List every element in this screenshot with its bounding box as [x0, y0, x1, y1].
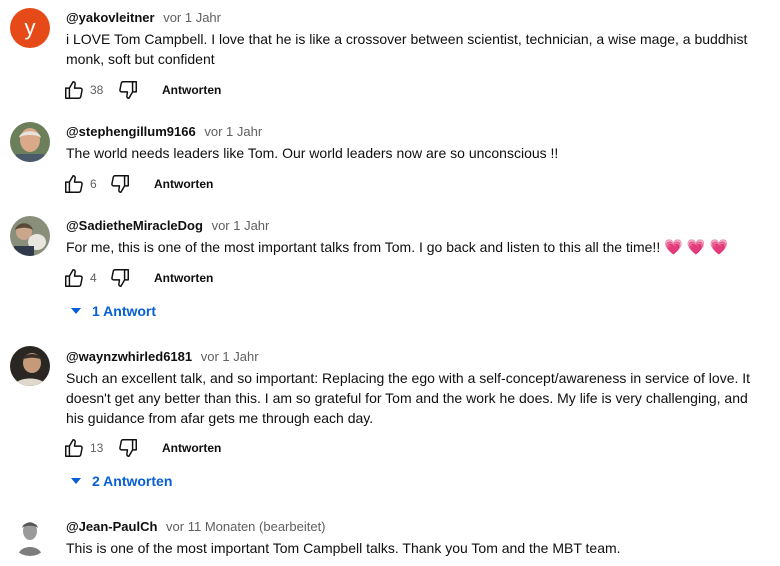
thumb-down-icon: [119, 439, 137, 457]
comment-author[interactable]: @yakovleitner: [66, 10, 155, 25]
comment-actions: 6 Antworten: [62, 172, 213, 196]
comment-author[interactable]: @waynzwhirled6181: [66, 349, 192, 364]
like-count: 38: [90, 83, 104, 97]
comment-timestamp[interactable]: vor 1 Jahr: [204, 124, 262, 139]
thumb-up-icon: [65, 439, 83, 457]
like-count: 4: [90, 271, 97, 285]
comment-text: Such an excellent talk, and so important…: [66, 370, 751, 426]
like-count: 13: [90, 441, 104, 455]
like-button[interactable]: [62, 436, 86, 460]
avatar[interactable]: y: [10, 8, 50, 48]
avatar[interactable]: [10, 216, 50, 256]
chevron-down-icon: [71, 478, 81, 484]
comment-timestamp[interactable]: vor 11 Monaten (bearbeitet): [166, 519, 325, 534]
avatar[interactable]: [10, 516, 50, 556]
chevron-down-icon: [71, 308, 81, 314]
thumb-down-icon: [111, 175, 129, 193]
comment-text: This is one of the most important Tom Ca…: [66, 540, 621, 556]
replies-label: 1 Antwort: [92, 303, 157, 319]
comment-text: i LOVE Tom Campbell. I love that he is l…: [66, 31, 748, 67]
comment-text: For me, this is one of the most importan…: [66, 237, 766, 258]
thumb-up-icon: [65, 81, 83, 99]
show-replies-button[interactable]: 1 Antwort: [70, 303, 156, 319]
comment-author[interactable]: @SadietheMiracleDog: [66, 218, 203, 233]
like-count: 6: [90, 177, 97, 191]
comment-author[interactable]: @stephengillum9166: [66, 124, 196, 139]
comment-timestamp[interactable]: vor 1 Jahr: [212, 218, 270, 233]
like-button[interactable]: [62, 266, 86, 290]
like-button[interactable]: [62, 78, 86, 102]
dislike-button[interactable]: [108, 172, 132, 196]
avatar-letter: y: [24, 15, 36, 40]
comment-timestamp[interactable]: vor 1 Jahr: [201, 349, 259, 364]
reply-button[interactable]: Antworten: [154, 271, 213, 285]
thumb-down-icon: [111, 269, 129, 287]
dislike-button[interactable]: [116, 436, 140, 460]
heart-emoji: 💗💗💗: [664, 239, 733, 256]
like-button[interactable]: [62, 172, 86, 196]
avatar[interactable]: [10, 346, 50, 386]
comment-author[interactable]: @Jean-PaulCh: [66, 519, 157, 534]
thumb-up-icon: [65, 269, 83, 287]
dislike-button[interactable]: [108, 266, 132, 290]
reply-button[interactable]: Antworten: [162, 83, 221, 97]
comment-text: The world needs leaders like Tom. Our wo…: [66, 145, 559, 161]
reply-button[interactable]: Antworten: [162, 441, 221, 455]
comment-text-body: For me, this is one of the most importan…: [66, 239, 661, 255]
avatar[interactable]: [10, 122, 50, 162]
comment-timestamp[interactable]: vor 1 Jahr: [163, 10, 221, 25]
thumb-up-icon: [65, 175, 83, 193]
dislike-button[interactable]: [116, 78, 140, 102]
comment-actions: 13 Antworten: [62, 436, 221, 460]
comment-actions: 38 Antworten: [62, 78, 221, 102]
replies-label: 2 Antworten: [92, 473, 173, 489]
thumb-down-icon: [119, 81, 137, 99]
reply-button[interactable]: Antworten: [154, 177, 213, 191]
show-replies-button[interactable]: 2 Antworten: [70, 473, 172, 489]
comment-actions: 4 Antworten: [62, 266, 213, 290]
